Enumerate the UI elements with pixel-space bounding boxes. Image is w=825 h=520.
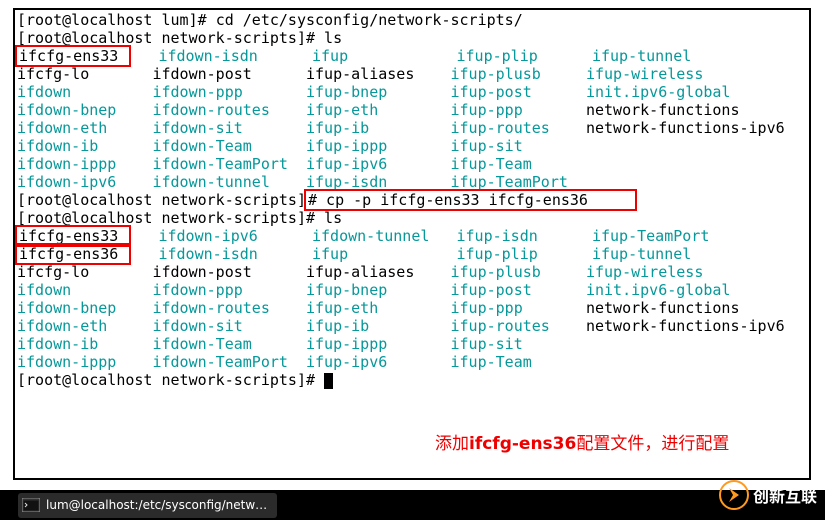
ls-entry: ifdown-Team (152, 335, 306, 353)
ls-entry: ifdown-eth (17, 119, 152, 137)
ls-entry: ifup-bnep (306, 83, 451, 101)
ls-entry: ifup-aliases (306, 263, 451, 281)
ls-entry: ifdown-eth (17, 317, 152, 335)
ls-entry: ifup-eth (306, 101, 451, 119)
ls-entry: ifup-Team (451, 155, 586, 173)
ls-entry: ifup-ib (306, 119, 451, 137)
ls-entry: init.ipv6-global (586, 83, 811, 101)
ls-entry: ifup-routes (451, 317, 586, 335)
watermark-text: 创新互联 (753, 483, 817, 507)
ls-entry: ifup-plip (457, 47, 592, 65)
ls-entry: ifup-ipv6 (306, 353, 451, 371)
shell-command: cd /etc/sysconfig/network-scripts/ (216, 11, 523, 29)
ls-entry: ifup-plip (457, 245, 592, 263)
ls-entry: ifcfg-ens33 (17, 47, 158, 65)
ls-entry: ifdown-post (152, 263, 306, 281)
ls-entry: ifup-ib (306, 317, 451, 335)
ls-entry: network-functions (586, 101, 811, 119)
ls-entry: ifdown-bnep (17, 299, 152, 317)
ls-entry: network-functions-ipv6 (586, 317, 811, 335)
ls-entry: ifup-wireless (586, 263, 811, 281)
ls-entry: ifdown-isdn (158, 245, 312, 263)
ls-entry: ifdown (17, 281, 152, 299)
terminal-output[interactable]: [root@localhost lum]# cd /etc/sysconfig/… (15, 10, 809, 478)
ls-entry: ifup-TeamPort (592, 227, 811, 245)
ls-entry: ifdown-isdn (158, 47, 312, 65)
ls-entry: ifdown-ib (17, 137, 152, 155)
ls-entry: network-functions-ipv6 (586, 119, 811, 137)
ls-entry: ifcfg-lo (17, 263, 152, 281)
shell-prompt: [root@localhost network-scripts]# (17, 371, 324, 389)
ls-entry: ifdown-routes (152, 299, 306, 317)
ls-entry: ifup-wireless (586, 65, 811, 83)
ls-entry: ifup-ppp (451, 299, 586, 317)
ls-entry: ifdown-tunnel (312, 227, 457, 245)
annotation-text: 添加ifcfg-ens36配置文件，进行配置 (435, 429, 729, 454)
shell-command: ls (324, 29, 342, 47)
highlight-box: ifcfg-ens36 (15, 243, 131, 265)
ls-entry: ifdown-ib (17, 335, 152, 353)
taskbar-item-terminal[interactable]: lum@localhost:/etc/sysconfig/netw… (18, 493, 277, 518)
shell-prompt: [root@localhost network-scripts] (17, 191, 306, 209)
ls-entry (586, 155, 811, 173)
ls-entry (586, 335, 811, 353)
ls-entry: ifup-plusb (451, 65, 586, 83)
ls-entry: init.ipv6-global (586, 281, 811, 299)
ls-entry: ifdown-tunnel (152, 173, 306, 191)
ls-entry: ifup-plusb (451, 263, 586, 281)
ls-entry: ifdown-ipv6 (17, 173, 152, 191)
ls-entry: ifup-post (451, 83, 586, 101)
ls-entry: ifup-ipv6 (306, 155, 451, 173)
ls-entry: ifdown-post (152, 65, 306, 83)
ls-entry: ifup-sit (451, 335, 586, 353)
ls-entry: ifdown-sit (152, 317, 306, 335)
ls-entry: ifup (312, 47, 457, 65)
ls-entry: ifdown-TeamPort (152, 155, 306, 173)
highlight-box: # cp -p ifcfg-ens33 ifcfg-ens36 (304, 189, 637, 211)
ls-entry: ifup-ippp (306, 137, 451, 155)
ls-entry: ifdown-TeamPort (152, 353, 306, 371)
ls-entry: ifup-tunnel (592, 245, 811, 263)
ls-entry: ifup-tunnel (592, 47, 811, 65)
ls-entry: ifup-bnep (306, 281, 451, 299)
ls-entry: ifdown-bnep (17, 101, 152, 119)
ls-entry: ifup-ppp (451, 101, 586, 119)
ls-entry: ifup-Team (451, 353, 586, 371)
watermark-logo-icon (719, 480, 749, 510)
shell-command: ls (324, 209, 342, 227)
ls-entry: ifup-ippp (306, 335, 451, 353)
taskbar: lum@localhost:/etc/sysconfig/netw… (0, 490, 825, 520)
ls-entry: network-functions (586, 299, 811, 317)
terminal-icon (22, 497, 40, 513)
ls-entry: ifdown-ippp (17, 155, 152, 173)
ls-entry: ifdown-Team (152, 137, 306, 155)
ls-entry: ifup-isdn (457, 227, 592, 245)
ls-entry: ifdown-ippp (17, 353, 152, 371)
shell-prompt: [root@localhost lum]# (17, 11, 216, 29)
ls-entry: ifup-aliases (306, 65, 451, 83)
ls-entry (586, 353, 811, 371)
ls-entry (586, 137, 811, 155)
ls-entry: ifup-sit (451, 137, 586, 155)
ls-entry: ifup-post (451, 281, 586, 299)
terminal-window: [root@localhost lum]# cd /etc/sysconfig/… (13, 8, 811, 480)
ls-entry: ifcfg-lo (17, 65, 152, 83)
ls-entry: ifup-routes (451, 119, 586, 137)
ls-entry: ifdown (17, 83, 152, 101)
ls-entry: ifup (312, 245, 457, 263)
ls-entry: ifdown-ipv6 (158, 227, 312, 245)
ls-entry: ifdown-ppp (152, 83, 306, 101)
taskbar-item-label: lum@localhost:/etc/sysconfig/netw… (46, 498, 267, 512)
ls-entry: ifdown-routes (152, 101, 306, 119)
ls-entry: ifdown-ppp (152, 281, 306, 299)
ls-entry: ifcfg-ens36 (17, 245, 158, 263)
highlight-box: ifcfg-ens33 (15, 45, 131, 67)
cursor[interactable] (324, 373, 333, 389)
watermark: 创新互联 (719, 480, 817, 510)
ls-entry: ifup-eth (306, 299, 451, 317)
ls-entry: ifdown-sit (152, 119, 306, 137)
